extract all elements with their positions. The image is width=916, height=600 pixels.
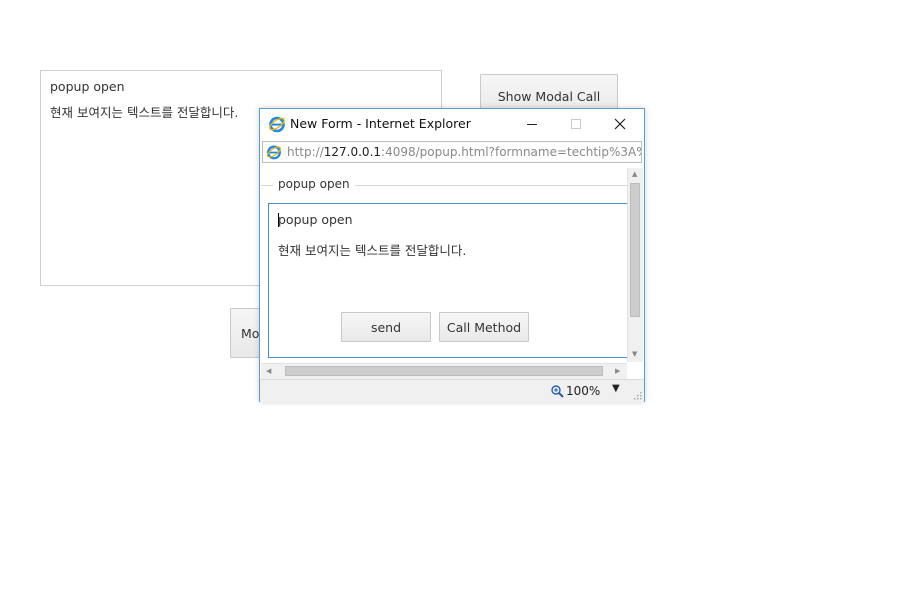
- address-url: http://127.0.0.1:4098/popup.html?formnam…: [287, 145, 641, 159]
- scroll-down-icon[interactable]: ▼: [632, 350, 637, 358]
- send-button[interactable]: send: [341, 312, 431, 342]
- address-bar[interactable]: http://127.0.0.1:4098/popup.html?formnam…: [262, 141, 642, 163]
- page-content: popup open popup open 현재 보여지는 텍스트를 전달합니다…: [261, 167, 627, 363]
- minimize-icon: [527, 124, 537, 125]
- scroll-up-icon[interactable]: ▲: [632, 170, 637, 178]
- scroll-right-icon[interactable]: ▶: [615, 367, 620, 375]
- popup-textarea[interactable]: popup open 현재 보여지는 텍스트를 전달합니다. send Call…: [268, 203, 627, 358]
- popup-textarea-line2: 현재 보여지는 텍스트를 전달합니다.: [278, 243, 467, 258]
- call-method-button[interactable]: Call Method: [439, 312, 529, 342]
- popup-window: New Form - Internet Explorer http://127.…: [259, 108, 645, 402]
- title-bar[interactable]: New Form - Internet Explorer: [260, 109, 644, 139]
- minimize-button[interactable]: [510, 109, 554, 139]
- address-host: 127.0.0.1: [323, 145, 382, 159]
- horizontal-scroll-thumb[interactable]: [285, 366, 603, 376]
- maximize-button[interactable]: [554, 109, 598, 139]
- vertical-scrollbar[interactable]: ▲ ▼: [627, 168, 643, 362]
- close-icon: [614, 118, 626, 130]
- background-textarea-line1: popup open: [50, 79, 125, 94]
- close-button[interactable]: [598, 109, 642, 139]
- zoom-magnifier-icon[interactable]: [550, 384, 564, 398]
- internet-explorer-icon: [266, 145, 282, 160]
- status-bar: 100% ▼: [260, 379, 644, 402]
- zoom-level[interactable]: 100%: [566, 384, 600, 398]
- window-title: New Form - Internet Explorer: [290, 116, 471, 131]
- scroll-left-icon[interactable]: ◀: [266, 367, 271, 375]
- vertical-scroll-thumb[interactable]: [630, 183, 640, 317]
- maximize-icon: [571, 119, 581, 129]
- horizontal-scrollbar[interactable]: ◀ ▶: [261, 363, 627, 379]
- fieldset-legend: popup open: [273, 177, 355, 191]
- internet-explorer-icon: [269, 116, 285, 133]
- address-prefix: http://: [287, 145, 324, 159]
- popup-textarea-line1: popup open: [278, 212, 353, 227]
- address-path: :4098/popup.html?formname=techtip%3A%3Ap…: [381, 145, 641, 159]
- zoom-dropdown-icon[interactable]: ▼: [612, 383, 620, 394]
- resize-grip-icon[interactable]: [633, 391, 642, 400]
